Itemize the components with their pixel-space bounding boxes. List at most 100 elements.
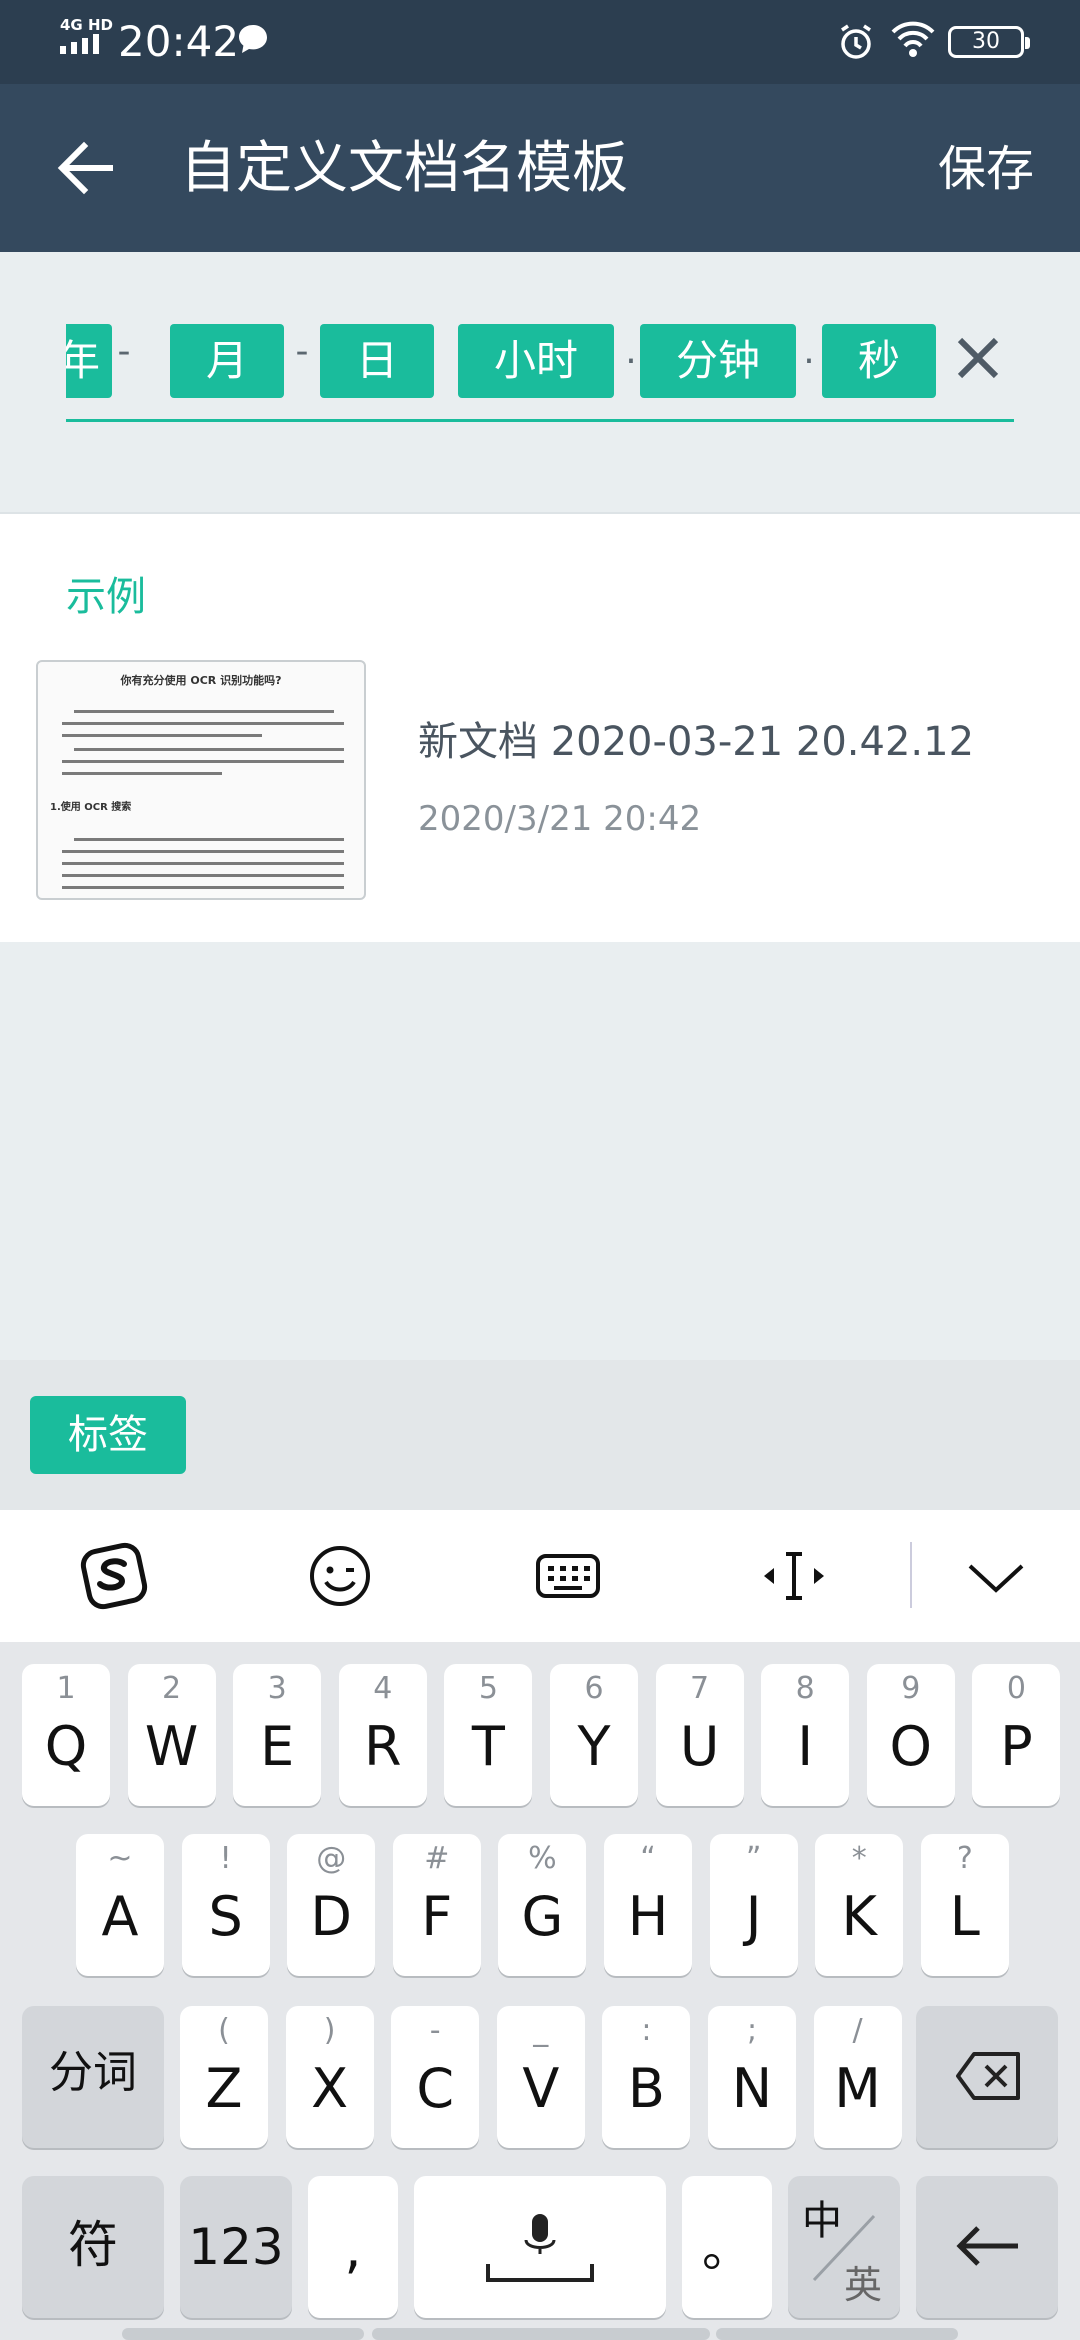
key-z[interactable]: (Z [180,2006,268,2148]
backspace-icon [956,2052,1020,2100]
key-m[interactable]: / M [813,2006,902,2148]
key-q[interactable]: 1Q [22,1664,110,1806]
key-primary-label: T [471,1715,505,1778]
token-hour[interactable]: 小时 [458,324,614,398]
period-key[interactable]: 。 [682,2176,772,2318]
keyboard-icon[interactable] [532,1540,604,1612]
wifi-icon [891,21,935,57]
key-r[interactable]: 4R [338,1664,427,1806]
key-w[interactable]: 2W [127,1664,216,1806]
key-e[interactable]: 3E [233,1664,322,1806]
key-o[interactable]: 9O [866,1664,955,1806]
symbol-key-label: 符 [68,2216,118,2274]
key-secondary-label: * [851,1841,867,1876]
token-day[interactable]: 日 [320,324,434,398]
key-primary-label: J [745,1885,762,1948]
key-primary-label: V [522,2057,560,2120]
save-button[interactable]: 保存 [938,138,1034,200]
key-i[interactable]: 8I [761,1664,850,1806]
key-primary-label: U [679,1715,720,1778]
token-month[interactable]: 月 [170,324,284,398]
cursor-move-icon[interactable] [758,1540,830,1612]
segment-key[interactable]: 分词 [22,2006,164,2148]
token-separator: . [803,331,815,372]
emoji-icon[interactable] [304,1540,376,1612]
document-name: 新文档 2020-03-21 20.42.12 [418,719,975,765]
key-j[interactable]: ” J [709,1834,798,1976]
key-t[interactable]: 5T [444,1664,533,1806]
key-secondary-label: @ [316,1841,347,1876]
key-primary-label: M [834,2057,881,2120]
template-token-strip[interactable]: 年 - 月 - 日 小时 . 分钟 . 秒 [66,324,946,400]
key-l[interactable]: ? L [920,1834,1009,1976]
key-secondary-label: ( [218,2013,230,2048]
key-primary-label: Y [577,1715,611,1778]
token-separator: - [295,331,309,372]
clear-icon[interactable] [950,330,1006,386]
battery-indicator: 30 [948,26,1030,58]
key-secondary-label: 8 [795,1671,815,1706]
language-switch-key[interactable]: 中 英 [788,2176,900,2318]
key-primary-label: N [731,2057,773,2120]
token-year[interactable]: 年 [66,324,112,398]
key-primary-label: B [627,2057,665,2120]
key-secondary-label: ~ [107,1841,133,1876]
key-b[interactable]: :B [602,2006,691,2148]
numeric-key-label: 123 [188,2218,284,2276]
numeric-key[interactable]: 123 [180,2176,292,2318]
key-primary-label: P [1000,1715,1033,1778]
key-p[interactable]: 0P [972,1664,1061,1806]
sogou-logo-icon[interactable] [78,1540,150,1612]
enter-key[interactable] [916,2176,1058,2318]
status-bar: 4G HD 20:42 30 [0,0,1080,84]
key-g[interactable]: % G [498,1834,587,1976]
lang-en-label: 英 [844,2263,883,2307]
key-primary-label: W [144,1715,199,1778]
key-secondary-label: / [852,2013,863,2048]
key-s[interactable]: ! S [181,1834,270,1976]
key-primary-label: L [949,1885,980,1948]
comma-key[interactable]: , [308,2176,398,2318]
key-a[interactable]: ~ A [76,1834,164,1976]
period-key-label: 。 [702,2220,752,2278]
key-primary-label: Q [44,1715,88,1778]
token-second[interactable]: 秒 [822,324,936,398]
key-secondary-label: 1 [56,1671,76,1706]
keyboard: 1Q2W3E4R5T6Y7U8I9O0P ~ A! S @ D # F% G “H” J * K? L … [0,1642,1080,2340]
key-secondary-label: ” [745,1841,762,1876]
key-primary-label: I [797,1715,814,1778]
back-arrow-icon[interactable] [52,134,120,202]
key-f[interactable]: # F [392,1834,481,1976]
key-primary-label: F [421,1885,453,1948]
token-minute[interactable]: 分钟 [640,324,796,398]
document-thumbnail: 你有充分使用 OCR 识别功能吗? 1.使用 OCR 搜索 [36,660,366,900]
key-d[interactable]: @ D [287,1834,376,1976]
key-c[interactable]: -C [391,2006,480,2148]
key-secondary-label: ) [323,2013,336,2048]
key-primary-label: C [416,2057,455,2120]
thumbnail-heading: 1.使用 OCR 搜索 [50,802,132,813]
keyboard-toolbar [0,1510,1080,1642]
backspace-key[interactable] [916,2006,1058,2148]
status-time: 20:42 [118,17,240,66]
key-secondary-label: _ [533,2013,549,2048]
key-primary-label: D [310,1885,352,1948]
key-k[interactable]: * K [815,1834,904,1976]
key-x[interactable]: ) X [285,2006,374,2148]
chevron-down-icon[interactable] [960,1540,1032,1612]
key-secondary-label: % [528,1841,557,1876]
key-n[interactable]: ; N [708,2006,796,2148]
key-h[interactable]: “H [604,1834,692,1976]
microphone-icon [486,2214,594,2282]
key-u[interactable]: 7U [655,1664,744,1806]
key-secondary-label: 6 [584,1671,604,1706]
tag-button[interactable]: 标签 [30,1396,186,1474]
key-secondary-label: # [424,1841,450,1876]
example-label: 示例 [66,574,146,620]
key-y[interactable]: 6Y [550,1664,638,1806]
key-v[interactable]: _ V [496,2006,585,2148]
key-secondary-label: 7 [690,1671,710,1706]
symbol-key[interactable]: 符 [22,2176,164,2318]
key-secondary-label: 0 [1006,1671,1026,1706]
space-key[interactable] [414,2176,666,2318]
